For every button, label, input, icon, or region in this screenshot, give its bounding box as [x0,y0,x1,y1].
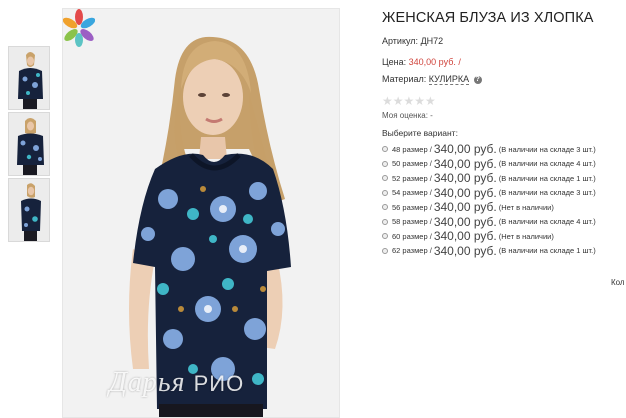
variant-separator: / [429,231,432,241]
variant-stock: (В наличии на складе 3 шт.) [498,188,596,198]
variant-separator: / [429,144,432,154]
variant-radio[interactable] [382,160,388,167]
variant-list: 48 размер / 340,00 руб. (В наличии на ск… [382,142,596,258]
variant-size: 54 размер [392,188,428,198]
thumbnail-2-image [9,113,49,175]
variant-radio[interactable] [382,204,388,211]
variant-size: 48 размер [392,144,428,154]
variant-option[interactable]: 50 размер / 340,00 руб. (В наличии на ск… [382,157,596,172]
my-rating-value: - [430,111,433,120]
variant-size: 56 размер [392,202,428,212]
product-title: ЖЕНСКАЯ БЛУЗА ИЗ ХЛОПКА [382,10,594,26]
variant-separator: / [429,217,432,227]
price-row: Цена: 340,00 руб. / [382,57,461,67]
variant-radio[interactable] [382,175,388,182]
variant-option[interactable]: 62 размер / 340,00 руб. (В наличии на ск… [382,244,596,259]
variant-size: 52 размер [392,173,428,183]
quantity-label-cut: Кол [611,278,625,287]
help-icon[interactable]: ? [473,75,482,84]
choose-variant-label: Выберите вариант: [382,128,458,138]
variant-option[interactable]: 58 размер / 340,00 руб. (В наличии на ск… [382,215,596,230]
variant-option[interactable]: 56 размер / 340,00 руб. (Нет в наличии) [382,200,596,215]
variant-option[interactable]: 48 размер / 340,00 руб. (В наличии на ск… [382,142,596,157]
variant-price: 340,00 руб. [433,156,497,171]
variant-separator: / [429,202,432,212]
variant-stock: (Нет в наличии) [498,231,554,241]
price-value: 340,00 руб. [408,57,456,67]
variant-radio[interactable] [382,247,388,254]
my-rating: Моя оценка: - [382,111,433,120]
watermark: Дарья РИО [109,367,244,399]
variant-radio[interactable] [382,189,388,196]
my-rating-label: Моя оценка: [382,111,428,120]
variant-separator: / [429,188,432,198]
variant-price: 340,00 руб. [433,171,497,186]
watermark-brand: РИО [193,371,245,396]
price-label: Цена: [382,57,407,67]
product-info: ЖЕНСКАЯ БЛУЗА ИЗ ХЛОПКА Артикул: ДН72 Це… [382,10,626,258]
variant-separator: / [429,246,432,256]
variant-price: 340,00 руб. [433,214,497,229]
thumbnail-3[interactable] [8,178,50,242]
variant-price: 340,00 руб. [433,243,497,258]
price-suffix: / [458,57,461,67]
variant-separator: / [429,173,432,183]
variant-stock: (В наличии на складе 3 шт.) [498,144,596,154]
variant-price: 340,00 руб. [433,200,497,215]
variant-size: 60 размер [392,231,428,241]
thumbnail-2[interactable] [8,112,50,176]
material-row: Материал: КУЛИРКА ? [382,74,482,85]
variant-radio[interactable] [382,233,388,240]
variant-size: 50 размер [392,159,428,169]
sku-label: Артикул: [382,36,419,46]
product-main-image[interactable]: Дарья РИО [62,8,340,418]
variant-option[interactable]: 52 размер / 340,00 руб. (В наличии на ск… [382,171,596,186]
variant-separator: / [429,159,432,169]
thumbnail-1-image [9,47,49,109]
watermark-script: Дарья [109,367,186,398]
variant-option[interactable]: 60 размер / 340,00 руб. (Нет в наличии) [382,229,596,244]
variant-stock: (В наличии на складе 4 шт.) [498,159,596,169]
brand-flower-logo [63,9,95,47]
variant-price: 340,00 руб. [433,185,497,200]
variant-option[interactable]: 54 размер / 340,00 руб. (В наличии на ск… [382,186,596,201]
variant-price: 340,00 руб. [433,142,497,157]
material-link[interactable]: КУЛИРКА [428,74,470,85]
variant-stock: (Нет в наличии) [498,202,554,212]
variant-size: 58 размер [392,217,428,227]
variant-radio[interactable] [382,218,388,225]
variant-price: 340,00 руб. [433,229,497,244]
rating-stars[interactable]: ★★★★★ [382,94,436,108]
thumbnail-1[interactable] [8,46,50,110]
sku-value: ДН72 [420,36,444,46]
variant-size: 62 размер [392,246,428,256]
material-label: Материал: [382,74,427,84]
variant-radio[interactable] [382,146,388,153]
variant-stock: (В наличии на складе 4 шт.) [498,217,596,227]
variant-stock: (В наличии на складе 1 шт.) [498,173,596,183]
variant-stock: (В наличии на складе 1 шт.) [498,246,596,256]
thumbnail-list [8,46,50,244]
product-photo [63,9,339,417]
sku-row: Артикул: ДН72 [382,36,443,46]
thumbnail-3-image [9,179,49,241]
